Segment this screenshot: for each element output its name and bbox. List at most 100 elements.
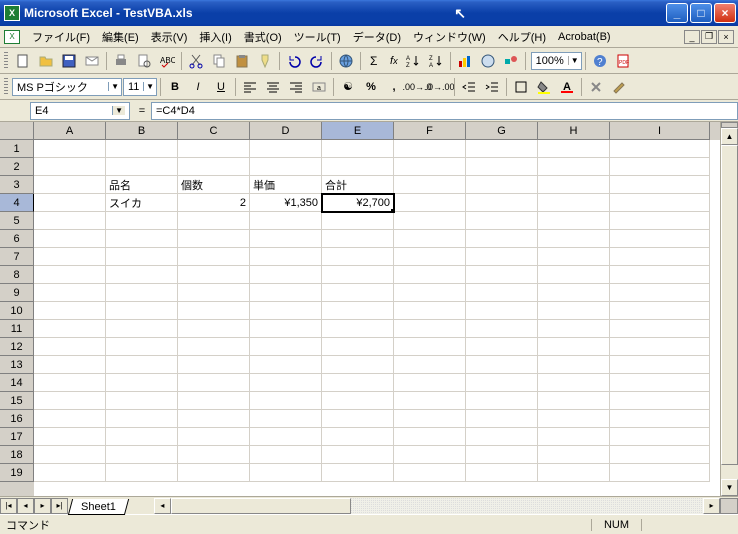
cell-I19[interactable]: [610, 464, 710, 482]
cell-E19[interactable]: [322, 464, 394, 482]
cell-C1[interactable]: [178, 140, 250, 158]
cell-A19[interactable]: [34, 464, 106, 482]
cell-A17[interactable]: [34, 428, 106, 446]
cell-E13[interactable]: [322, 356, 394, 374]
cell-B1[interactable]: [106, 140, 178, 158]
fill-color-button[interactable]: [533, 76, 555, 98]
cell-E2[interactable]: [322, 158, 394, 176]
col-header-F[interactable]: F: [394, 122, 466, 140]
print-preview-button[interactable]: [133, 50, 155, 72]
merge-center-button[interactable]: a: [308, 76, 330, 98]
cell-E10[interactable]: [322, 302, 394, 320]
cell-F7[interactable]: [394, 248, 466, 266]
email-button[interactable]: [81, 50, 103, 72]
cell-D7[interactable]: [250, 248, 322, 266]
cell-H7[interactable]: [538, 248, 610, 266]
col-header-E[interactable]: E: [322, 122, 394, 140]
cell-G19[interactable]: [466, 464, 538, 482]
zoom-combo[interactable]: 100%▼: [531, 52, 582, 70]
toolbar-grip[interactable]: [4, 52, 8, 70]
align-center-button[interactable]: [262, 76, 284, 98]
cell-D3[interactable]: 単価: [250, 176, 322, 194]
cell-B7[interactable]: [106, 248, 178, 266]
cell-I6[interactable]: [610, 230, 710, 248]
cell-D16[interactable]: [250, 410, 322, 428]
cell-I11[interactable]: [610, 320, 710, 338]
cell-H6[interactable]: [538, 230, 610, 248]
cell-B12[interactable]: [106, 338, 178, 356]
name-box[interactable]: E4▼: [30, 102, 130, 120]
cell-H15[interactable]: [538, 392, 610, 410]
scroll-down-button[interactable]: ▼: [721, 479, 738, 496]
col-header-D[interactable]: D: [250, 122, 322, 140]
cell-A8[interactable]: [34, 266, 106, 284]
cell-C18[interactable]: [178, 446, 250, 464]
cell-A18[interactable]: [34, 446, 106, 464]
select-all-corner[interactable]: [0, 122, 34, 140]
cell-C16[interactable]: [178, 410, 250, 428]
cell-B3[interactable]: 品名: [106, 176, 178, 194]
cell-D15[interactable]: [250, 392, 322, 410]
cell-G2[interactable]: [466, 158, 538, 176]
decrease-decimal-button[interactable]: .0→.00: [429, 76, 451, 98]
new-button[interactable]: [12, 50, 34, 72]
titlebar[interactable]: X Microsoft Excel - TestVBA.xls ↖ _ □ ×: [0, 0, 738, 26]
maximize-button[interactable]: □: [690, 3, 712, 23]
cell-A5[interactable]: [34, 212, 106, 230]
redo-button[interactable]: [306, 50, 328, 72]
menu-file[interactable]: ファイル(F): [26, 27, 96, 47]
cell-C4[interactable]: 2: [178, 194, 250, 212]
cell-C7[interactable]: [178, 248, 250, 266]
open-button[interactable]: [35, 50, 57, 72]
tools-icon[interactable]: [585, 76, 607, 98]
cell-H18[interactable]: [538, 446, 610, 464]
cell-D8[interactable]: [250, 266, 322, 284]
menu-edit[interactable]: 編集(E): [96, 27, 145, 47]
cell-E3[interactable]: 合計: [322, 176, 394, 194]
cell-H10[interactable]: [538, 302, 610, 320]
sheet-tab-1[interactable]: Sheet1: [68, 499, 129, 515]
cell-F11[interactable]: [394, 320, 466, 338]
cell-E4[interactable]: ¥2,700: [322, 194, 394, 212]
cell-H13[interactable]: [538, 356, 610, 374]
cell-F10[interactable]: [394, 302, 466, 320]
cell-G14[interactable]: [466, 374, 538, 392]
mdi-close-button[interactable]: ×: [718, 30, 734, 44]
cell-C15[interactable]: [178, 392, 250, 410]
cell-D5[interactable]: [250, 212, 322, 230]
cell-C13[interactable]: [178, 356, 250, 374]
cell-F4[interactable]: [394, 194, 466, 212]
tab-nav-last[interactable]: ▸|: [51, 498, 68, 514]
cell-F6[interactable]: [394, 230, 466, 248]
cell-F16[interactable]: [394, 410, 466, 428]
cell-B10[interactable]: [106, 302, 178, 320]
borders-button[interactable]: [510, 76, 532, 98]
row-header-16[interactable]: 16: [0, 410, 34, 428]
menu-acrobat[interactable]: Acrobat(B): [552, 29, 617, 45]
cell-H16[interactable]: [538, 410, 610, 428]
cell-I17[interactable]: [610, 428, 710, 446]
cell-C12[interactable]: [178, 338, 250, 356]
cell-E17[interactable]: [322, 428, 394, 446]
increase-indent-button[interactable]: [481, 76, 503, 98]
cell-A6[interactable]: [34, 230, 106, 248]
underline-button[interactable]: U: [210, 76, 232, 98]
row-header-2[interactable]: 2: [0, 158, 34, 176]
save-button[interactable]: [58, 50, 80, 72]
close-button[interactable]: ×: [714, 3, 736, 23]
cell-D2[interactable]: [250, 158, 322, 176]
col-header-H[interactable]: H: [538, 122, 610, 140]
cell-D6[interactable]: [250, 230, 322, 248]
cell-F9[interactable]: [394, 284, 466, 302]
horizontal-scrollbar[interactable]: ◂ ▸: [154, 498, 720, 514]
row-header-14[interactable]: 14: [0, 374, 34, 392]
currency-button[interactable]: ☯: [337, 76, 359, 98]
cell-G9[interactable]: [466, 284, 538, 302]
cell-C19[interactable]: [178, 464, 250, 482]
cell-F2[interactable]: [394, 158, 466, 176]
cell-E9[interactable]: [322, 284, 394, 302]
menu-data[interactable]: データ(D): [347, 27, 407, 47]
sort-asc-button[interactable]: AZ: [402, 50, 424, 72]
row-header-1[interactable]: 1: [0, 140, 34, 158]
hscroll-thumb[interactable]: [171, 498, 351, 514]
